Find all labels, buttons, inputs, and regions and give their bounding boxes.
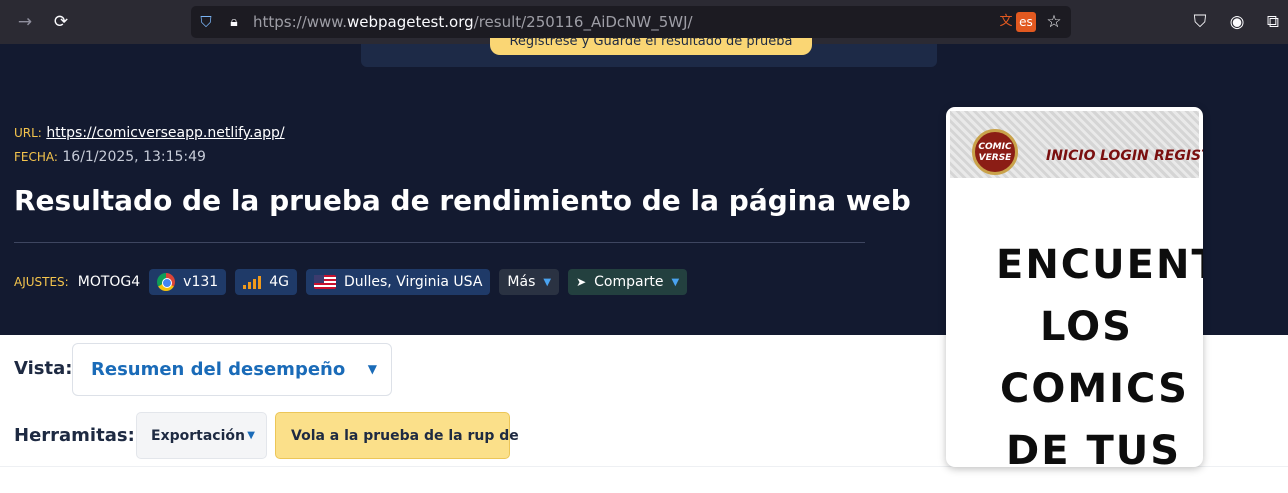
- account-icon[interactable]: ◉: [1226, 11, 1248, 33]
- star-icon[interactable]: ☆: [1043, 11, 1065, 33]
- tested-url-link[interactable]: https://comicverseapp.netlify.app/: [46, 125, 284, 141]
- chevron-down-icon: ▼: [247, 430, 255, 441]
- meta-date-row: FECHA: 16/1/2025, 13:15:49: [14, 149, 206, 165]
- preview-hero-line-4: DE TUS: [1006, 428, 1182, 467]
- us-flag-icon: [313, 275, 336, 289]
- share-label: Comparte: [594, 274, 664, 290]
- pocket-icon[interactable]: ⛉: [1189, 11, 1211, 33]
- preview-nav-login: LOGIN: [1100, 148, 1149, 164]
- send-icon: ➤: [576, 275, 587, 289]
- settings-label: AJUSTES:: [14, 275, 69, 289]
- view-select[interactable]: Resumen del desempeño ▼: [72, 343, 392, 396]
- chevron-down-icon: ▼: [671, 276, 680, 288]
- browser-version: v131: [183, 274, 219, 290]
- signup-banner: Regístrese y Guarde el resultado de prue…: [361, 38, 937, 67]
- preview-hero-line-2: LOS: [1040, 304, 1133, 350]
- url-label: URL:: [14, 126, 42, 140]
- content-separator: [0, 466, 1288, 493]
- preview-hero-line-1: ENCUENTRA: [996, 242, 1203, 288]
- address-bar[interactable]: ⛉ 🔒︎ https://www.webpagetest.org/result/…: [191, 6, 1071, 38]
- preview-hero-line-3: COMICS: [1000, 366, 1189, 412]
- more-dropdown[interactable]: Más ▼: [499, 269, 560, 295]
- meta-url-row: URL: https://comicverseapp.netlify.app/: [14, 125, 285, 141]
- back-icon[interactable]: →: [14, 11, 36, 33]
- translate-language-badge[interactable]: es: [1016, 12, 1036, 32]
- connection-type: 4G: [269, 274, 289, 290]
- preview-navbar: COMICVERSE INICIO LOGIN REGISTRO: [950, 111, 1203, 178]
- extensions-icon[interactable]: ⧉: [1262, 11, 1284, 33]
- share-dropdown[interactable]: ➤ Comparte ▼: [568, 269, 688, 295]
- date-label: FECHA:: [14, 150, 58, 164]
- comicverse-logo: COMIC VERSE: [972, 129, 1018, 175]
- chevron-down-icon: ▼: [367, 362, 377, 376]
- test-settings: AJUSTES: MOTOG4 v131 4G Dulles, Virginia…: [14, 269, 688, 295]
- preview-nav-inicio: INICIO: [1046, 148, 1096, 164]
- location-pill: Dulles, Virginia USA: [305, 269, 491, 295]
- preview-nav-registro: REGISTRO: [1154, 148, 1203, 164]
- more-label: Más: [507, 274, 536, 290]
- view-label: Vista:: [14, 358, 73, 379]
- page-screenshot-preview[interactable]: COMICVERSE INICIO LOGIN REGISTRO ENCUENT…: [946, 107, 1203, 467]
- url-text[interactable]: https://www.webpagetest.org/result/25011…: [253, 13, 693, 31]
- signal-bars-icon: [243, 275, 262, 289]
- header-divider: [14, 242, 865, 243]
- retest-button[interactable]: Vola a la prueba de la rup de: [275, 412, 519, 459]
- signup-save-button[interactable]: Regístrese y Guarde el resultado de prue…: [490, 38, 812, 55]
- export-label: Exportación: [151, 428, 245, 444]
- chevron-down-icon: ▼: [543, 276, 552, 288]
- browser-pill: v131: [149, 269, 227, 295]
- test-location: Dulles, Virginia USA: [343, 274, 483, 290]
- retest-label: Vola a la prueba de la rup de: [291, 428, 519, 444]
- test-date: 16/1/2025, 13:15:49: [62, 149, 206, 165]
- lock-icon[interactable]: 🔒︎: [223, 11, 245, 33]
- view-selected-value: Resumen del desempeño: [91, 359, 346, 380]
- reload-icon[interactable]: ⟳: [50, 11, 72, 33]
- page-title: Resultado de la prueba de rendimiento de…: [14, 184, 911, 217]
- shield-icon[interactable]: ⛉: [195, 11, 217, 33]
- connection-pill: 4G: [235, 269, 297, 295]
- translate-icon[interactable]: 文: [995, 11, 1017, 33]
- tools-label: Herramitas:: [14, 425, 135, 446]
- device-name: MOTOG4: [77, 274, 141, 290]
- chrome-icon: [157, 273, 176, 291]
- export-button[interactable]: Exportación ▼: [136, 412, 267, 459]
